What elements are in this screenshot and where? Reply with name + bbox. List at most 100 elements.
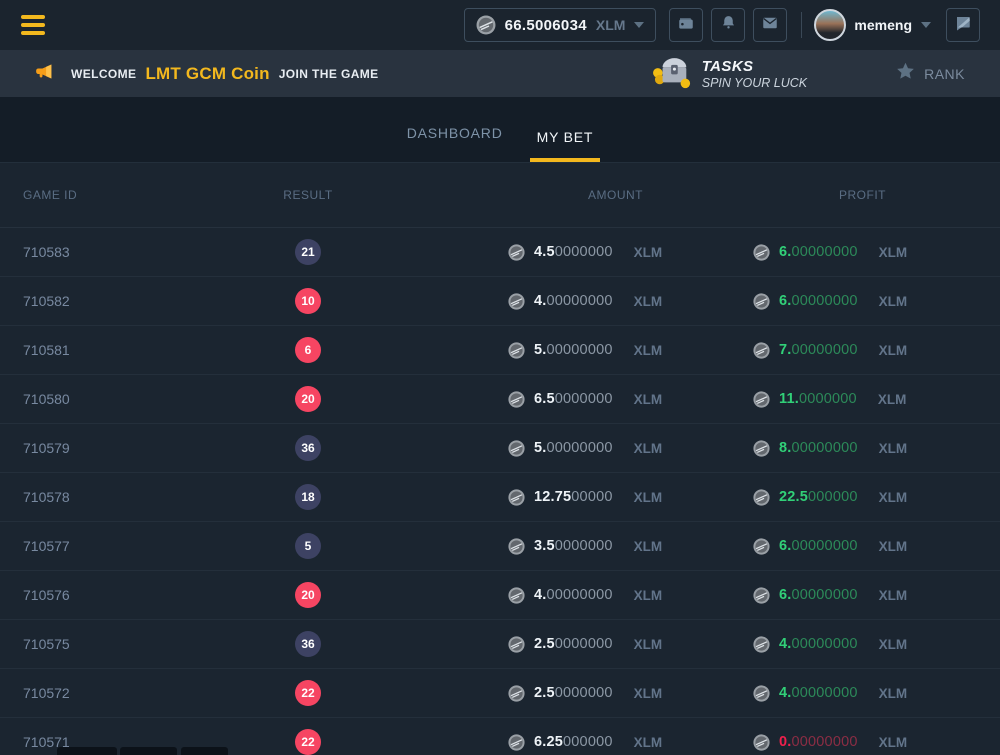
- promoted-coin-name: LMT GCM Coin: [145, 64, 269, 84]
- table-row: 710579 36 5.00000000 XLM 8.00000000 XLM: [0, 424, 1000, 473]
- xlm-coin-icon: [476, 15, 496, 35]
- xlm-coin-icon: [508, 342, 525, 359]
- profit-currency: XLM: [879, 686, 908, 701]
- user-menu[interactable]: memeng: [814, 9, 931, 41]
- welcome-suffix: JOIN THE GAME: [279, 67, 379, 81]
- result-badge: 5: [295, 533, 321, 559]
- amount-value: 4.00000000: [534, 293, 613, 309]
- xlm-coin-icon: [508, 440, 525, 457]
- table-row: 710572 22 2.50000000 XLM 4.00000000 XLM: [0, 669, 1000, 718]
- tasks-title: TASKS: [702, 58, 807, 75]
- profit-value: 8.00000000: [779, 440, 858, 456]
- xlm-coin-icon: [508, 244, 525, 261]
- my-bet-table: GAME ID RESULT AMOUNT PROFIT 710583 21 4…: [0, 163, 1000, 755]
- table-row: 710578 18 12.7500000 XLM 22.5000000 XLM: [0, 473, 1000, 522]
- result-badge: 18: [295, 484, 321, 510]
- profit-currency: XLM: [879, 490, 908, 505]
- table-header-row: GAME ID RESULT AMOUNT PROFIT: [0, 163, 1000, 228]
- amount-value: 2.50000000: [534, 636, 613, 652]
- bottom-cutoff-element: [181, 747, 228, 755]
- top-bar: 66.5006034 XLM memeng: [0, 0, 1000, 50]
- xlm-coin-icon: [753, 440, 770, 457]
- table-body: 710583 21 4.50000000 XLM 6.00000000 XLM …: [0, 228, 1000, 755]
- amount-value: 4.00000000: [534, 587, 613, 603]
- profit-value: 22.5000000: [779, 489, 858, 505]
- tab-dashboard[interactable]: DASHBOARD: [400, 125, 510, 162]
- profit-currency: XLM: [879, 294, 908, 309]
- result-badge: 21: [295, 239, 321, 265]
- tab-my-bet[interactable]: MY BET: [530, 129, 601, 162]
- table-row: 710582 10 4.00000000 XLM 6.00000000 XLM: [0, 277, 1000, 326]
- profit-currency: XLM: [879, 245, 908, 260]
- result-badge: 20: [295, 386, 321, 412]
- table-row: 710576 20 4.00000000 XLM 6.00000000 XLM: [0, 571, 1000, 620]
- header-game-id: GAME ID: [0, 188, 285, 202]
- profit-value: 6.00000000: [779, 244, 858, 260]
- table-row: 710581 6 5.00000000 XLM 7.00000000 XLM: [0, 326, 1000, 375]
- balance-value: 66.5006034: [505, 17, 587, 34]
- star-icon: [895, 61, 916, 87]
- tasks-widget[interactable]: TASKS SPIN YOUR LUCK: [650, 52, 807, 95]
- megaphone-icon: [33, 61, 54, 87]
- rank-widget[interactable]: RANK: [895, 61, 965, 87]
- xlm-coin-icon: [753, 587, 770, 604]
- messages-button[interactable]: [753, 8, 787, 42]
- game-id: 710580: [0, 391, 285, 407]
- header-result: RESULT: [285, 188, 331, 202]
- profit-value: 6.00000000: [779, 587, 858, 603]
- mail-icon: [761, 14, 779, 37]
- xlm-coin-icon: [753, 293, 770, 310]
- table-row: 710575 36 2.50000000 XLM 4.00000000 XLM: [0, 620, 1000, 669]
- game-id: 710576: [0, 587, 285, 603]
- rank-label: RANK: [924, 66, 965, 82]
- hamburger-menu-icon[interactable]: [21, 15, 45, 35]
- profit-currency: XLM: [879, 343, 908, 358]
- chat-button[interactable]: [946, 8, 980, 42]
- profit-value: 0.00000000: [779, 734, 858, 750]
- profit-currency: XLM: [879, 637, 908, 652]
- xlm-coin-icon: [508, 636, 525, 653]
- profit-value: 11.0000000: [779, 391, 857, 407]
- xlm-coin-icon: [753, 685, 770, 702]
- balance-selector[interactable]: 66.5006034 XLM: [464, 8, 657, 42]
- result-badge: 22: [295, 729, 321, 755]
- table-row: 710580 20 6.50000000 XLM 11.0000000 XLM: [0, 375, 1000, 424]
- game-id: 710572: [0, 685, 285, 701]
- xlm-coin-icon: [753, 391, 770, 408]
- profit-value: 6.00000000: [779, 538, 858, 554]
- xlm-coin-icon: [508, 293, 525, 310]
- result-badge: 36: [295, 631, 321, 657]
- xlm-coin-icon: [508, 489, 525, 506]
- notifications-button[interactable]: [711, 8, 745, 42]
- balance-currency: XLM: [596, 17, 626, 33]
- profit-value: 7.00000000: [779, 342, 858, 358]
- wallet-icon: [677, 14, 695, 37]
- profit-currency: XLM: [879, 588, 908, 603]
- chevron-down-icon: [634, 22, 644, 28]
- username: memeng: [854, 17, 912, 33]
- amount-value: 4.50000000: [534, 244, 613, 260]
- wallet-button[interactable]: [669, 8, 703, 42]
- bell-icon: [720, 14, 737, 36]
- result-badge: 10: [295, 288, 321, 314]
- xlm-coin-icon: [753, 244, 770, 261]
- result-badge: 36: [295, 435, 321, 461]
- xlm-coin-icon: [508, 587, 525, 604]
- divider: [801, 12, 802, 38]
- game-id: 710579: [0, 440, 285, 456]
- amount-value: 5.00000000: [534, 440, 613, 456]
- table-row: 710583 21 4.50000000 XLM 6.00000000 XLM: [0, 228, 1000, 277]
- welcome-prefix: WELCOME: [71, 67, 136, 81]
- header-amount: AMOUNT: [331, 188, 653, 202]
- amount-value: 5.00000000: [534, 342, 613, 358]
- amount-value: 3.50000000: [534, 538, 613, 554]
- bottom-cutoff-element: [120, 747, 177, 755]
- xlm-coin-icon: [508, 538, 525, 555]
- xlm-coin-icon: [753, 734, 770, 751]
- amount-value: 2.50000000: [534, 685, 613, 701]
- xlm-coin-icon: [508, 685, 525, 702]
- profit-currency: XLM: [879, 735, 908, 750]
- profit-currency: XLM: [879, 441, 908, 456]
- tasks-subtitle: SPIN YOUR LUCK: [702, 76, 807, 90]
- xlm-coin-icon: [753, 636, 770, 653]
